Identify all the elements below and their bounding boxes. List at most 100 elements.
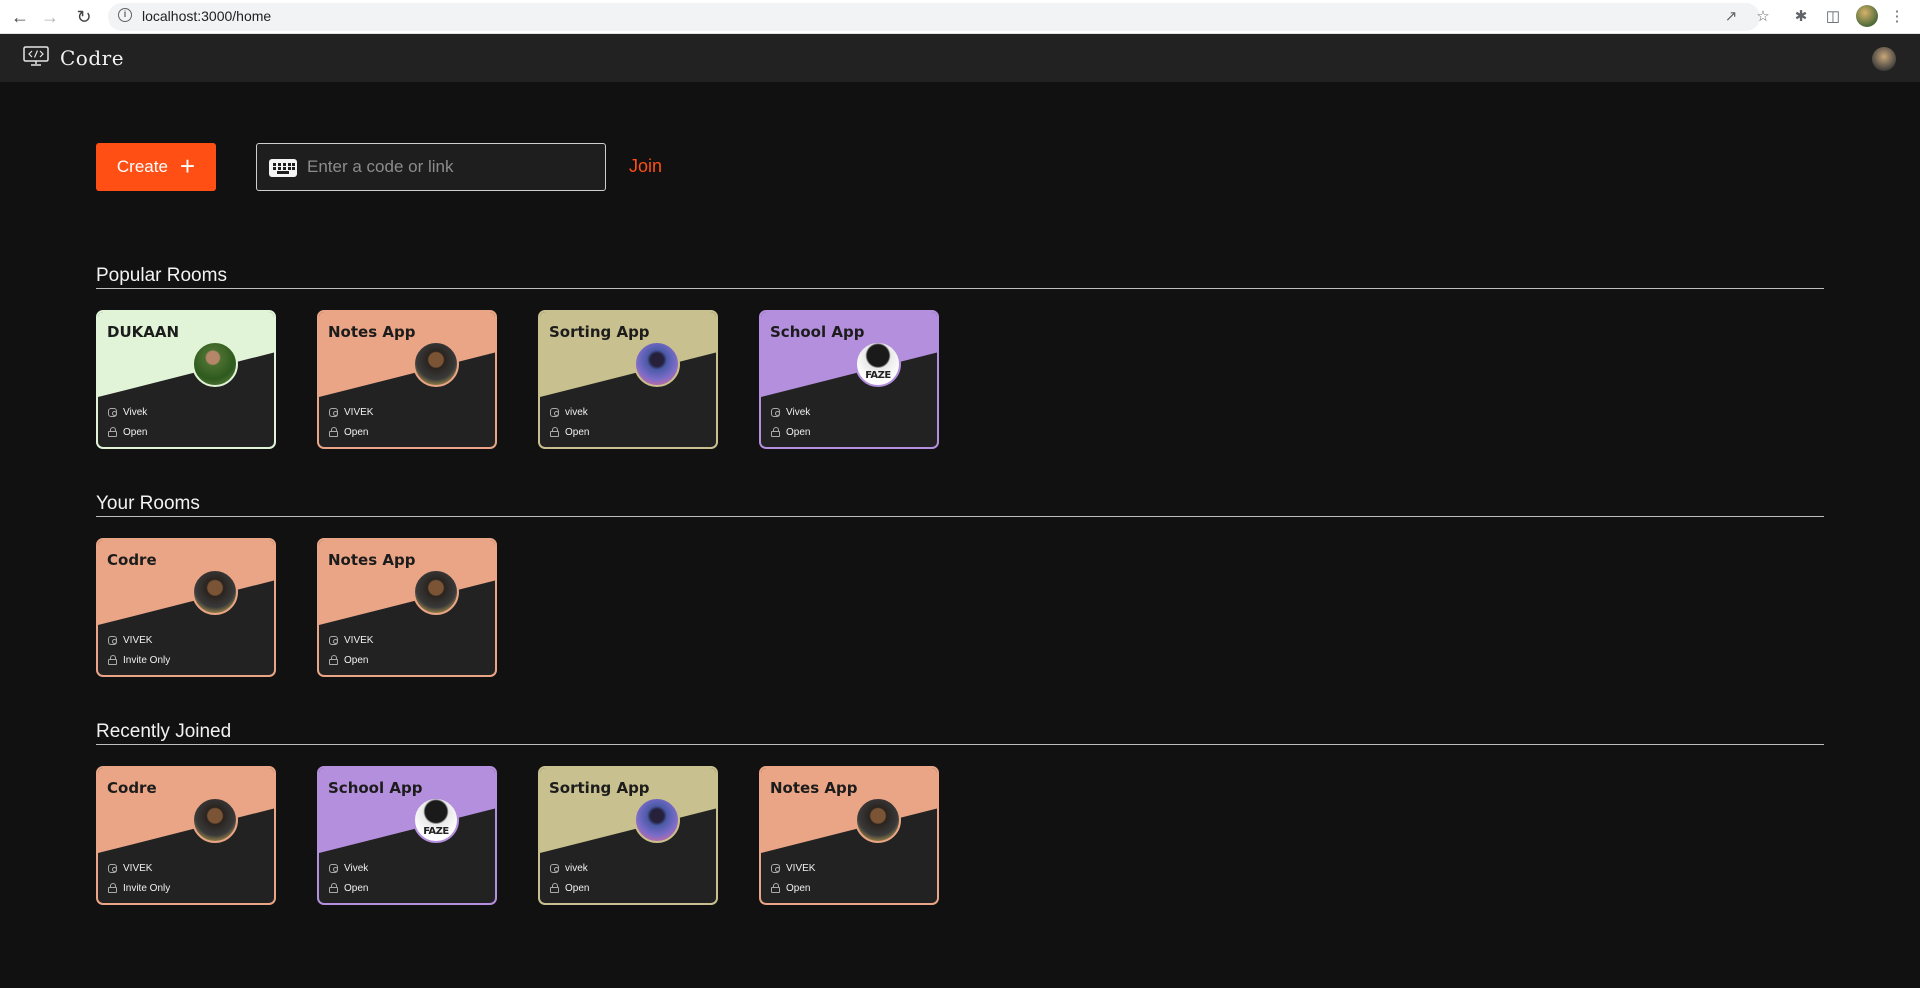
room-access: Open — [550, 883, 589, 894]
room-owner-name: VIVEK — [123, 863, 153, 874]
room-access-label: Open — [786, 883, 811, 894]
room-name: Codre — [107, 551, 157, 569]
code-monitor-icon — [23, 46, 49, 66]
room-owner-avatar — [413, 569, 459, 615]
room-access-label: Open — [344, 427, 369, 438]
room-name: Sorting App — [549, 779, 650, 797]
room-name: School App — [328, 779, 423, 797]
room-access: Open — [329, 655, 368, 666]
room-owner-avatar — [192, 341, 238, 387]
room-owner: VIVEK — [329, 407, 373, 418]
room-owner-avatar — [192, 569, 238, 615]
room-card[interactable]: DUKAAN Vivek Open — [96, 310, 276, 449]
room-owner-name: vivek — [565, 407, 588, 418]
room-access: Open — [108, 427, 147, 438]
side-panel-icon[interactable]: ◫ — [1822, 6, 1844, 28]
room-owner: Vivek — [329, 863, 368, 874]
room-owner: vivek — [550, 863, 588, 874]
room-access-label: Open — [565, 883, 590, 894]
room-access: Invite Only — [108, 655, 170, 666]
create-room-button[interactable]: Create + — [96, 143, 216, 191]
user-icon — [329, 408, 338, 417]
room-owner-name: VIVEK — [123, 635, 153, 646]
user-avatar[interactable] — [1872, 47, 1896, 71]
room-access: Open — [329, 427, 368, 438]
room-name: School App — [770, 323, 865, 341]
create-button-label: Create — [116, 157, 168, 176]
room-owner-name: VIVEK — [344, 407, 374, 418]
section-divider — [96, 516, 1824, 517]
brand-name[interactable]: Codre — [60, 46, 124, 70]
room-owner: Vivek — [771, 407, 810, 418]
room-card[interactable]: School App FAZE Vivek Open — [317, 766, 497, 905]
room-access: Open — [771, 883, 810, 894]
avatar-logo-text: FAZE — [423, 826, 449, 837]
room-code-input[interactable] — [307, 144, 602, 190]
room-card[interactable]: Codre VIVEK Invite Only — [96, 538, 276, 677]
room-owner-name: VIVEK — [786, 863, 816, 874]
plus-icon: + — [179, 151, 196, 181]
room-code-field[interactable] — [256, 143, 606, 191]
room-access: Invite Only — [108, 883, 170, 894]
extensions-icon[interactable]: ✱ — [1790, 6, 1812, 28]
room-owner: Vivek — [108, 407, 147, 418]
room-owner-avatar — [192, 797, 238, 843]
lock-icon — [108, 655, 117, 665]
room-name: Notes App — [770, 779, 858, 797]
user-icon — [550, 408, 559, 417]
section-title: Popular Rooms — [96, 265, 227, 286]
room-access-label: Open — [123, 427, 148, 438]
room-access-label: Open — [344, 883, 369, 894]
room-owner: vivek — [550, 407, 588, 418]
site-info-icon[interactable]: i — [118, 8, 132, 22]
section-divider — [96, 288, 1824, 289]
browser-profile-avatar[interactable] — [1856, 5, 1878, 27]
room-owner: VIVEK — [108, 635, 152, 646]
room-card[interactable]: Notes App VIVEK Open — [317, 310, 497, 449]
app-header — [0, 34, 1920, 82]
bookmark-star-icon[interactable]: ☆ — [1752, 6, 1774, 28]
lock-icon — [329, 655, 338, 665]
user-icon — [771, 408, 780, 417]
room-card[interactable]: Codre VIVEK Invite Only — [96, 766, 276, 905]
room-owner-avatar — [634, 341, 680, 387]
section-title: Your Rooms — [96, 493, 200, 514]
room-name: Notes App — [328, 551, 416, 569]
browser-toolbar: ← → ↻ i localhost:3000/home ↗ ☆ ✱ ◫ ⋮ — [0, 0, 1920, 34]
user-icon — [329, 864, 338, 873]
room-owner: VIVEK — [329, 635, 373, 646]
back-arrow-icon[interactable]: ← — [8, 5, 32, 29]
browser-menu-icon[interactable]: ⋮ — [1886, 6, 1908, 28]
room-owner-avatar — [855, 797, 901, 843]
room-access-label: Invite Only — [123, 655, 171, 666]
join-button[interactable]: Join — [629, 156, 662, 177]
lock-icon — [550, 883, 559, 893]
room-owner-avatar — [634, 797, 680, 843]
room-card[interactable]: Sorting App vivek Open — [538, 310, 718, 449]
user-icon — [108, 864, 117, 873]
address-bar[interactable] — [108, 3, 1760, 31]
room-access-label: Open — [344, 655, 369, 666]
lock-icon — [329, 883, 338, 893]
room-access: Open — [550, 427, 589, 438]
room-name: Codre — [107, 779, 157, 797]
room-card[interactable]: School App FAZE Vivek Open — [759, 310, 939, 449]
address-url[interactable]: localhost:3000/home — [142, 8, 271, 24]
room-card[interactable]: Notes App VIVEK Open — [317, 538, 497, 677]
room-access: Open — [329, 883, 368, 894]
section-divider — [96, 744, 1824, 745]
room-owner-name: Vivek — [786, 407, 811, 418]
room-card[interactable]: Notes App VIVEK Open — [759, 766, 939, 905]
room-owner-name: vivek — [565, 863, 588, 874]
user-icon — [108, 408, 117, 417]
room-owner-name: VIVEK — [344, 635, 374, 646]
reload-icon[interactable]: ↻ — [72, 5, 96, 29]
lock-icon — [329, 427, 338, 437]
section-title: Recently Joined — [96, 721, 232, 742]
room-name: Sorting App — [549, 323, 650, 341]
room-card[interactable]: Sorting App vivek Open — [538, 766, 718, 905]
forward-arrow-icon[interactable]: → — [38, 5, 62, 29]
lock-icon — [108, 427, 117, 437]
room-access-label: Open — [786, 427, 811, 438]
share-icon[interactable]: ↗ — [1720, 6, 1742, 28]
